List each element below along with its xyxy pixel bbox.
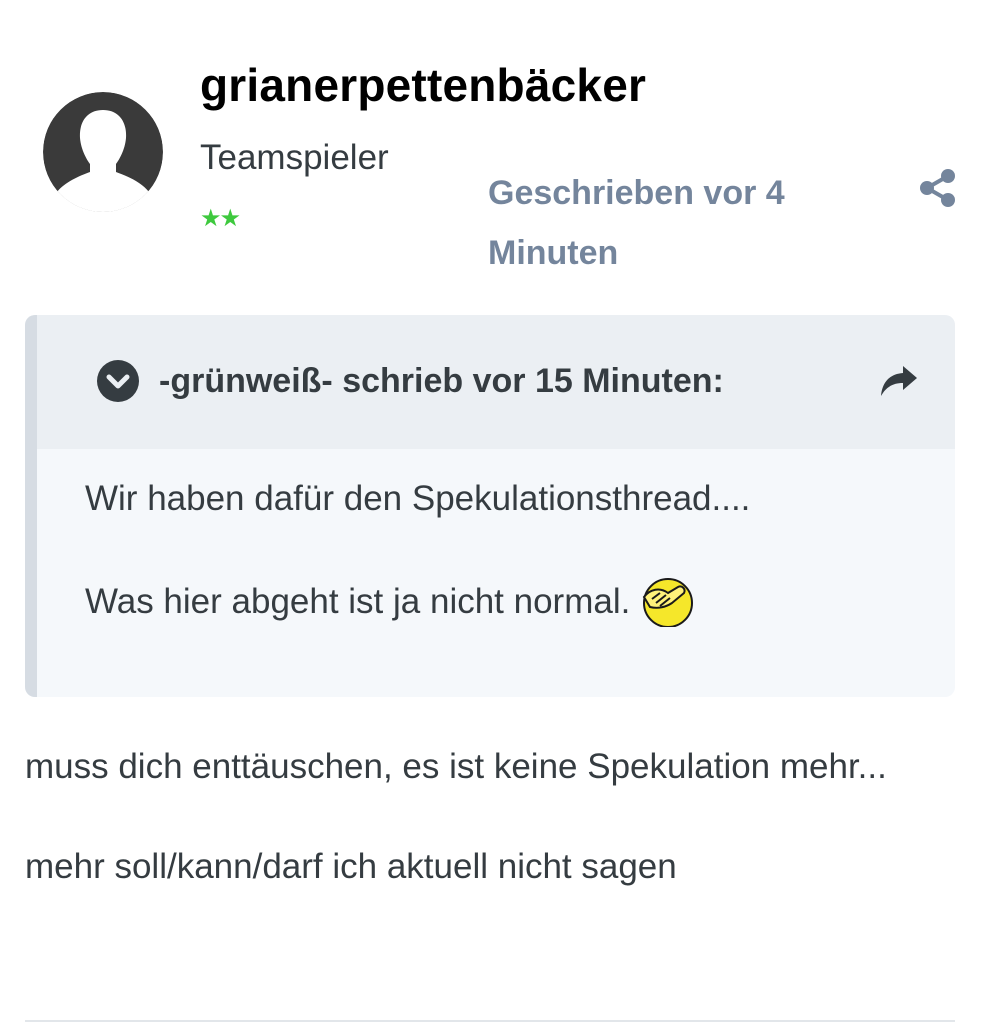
- post-date[interactable]: Geschrieben vor 4 Minuten: [488, 163, 848, 283]
- forum-post: grianerpettenbäcker Teamspieler ★★ Gesch…: [0, 0, 985, 1034]
- quote-line-with-emoji: Was hier abgeht ist ja nicht normal.: [85, 575, 925, 628]
- author-name[interactable]: grianerpettenbäcker: [200, 58, 646, 112]
- avatar[interactable]: [43, 92, 163, 212]
- author-rank: Teamspieler: [200, 138, 389, 177]
- quote-citation: -grünweiß- schrieb vor 15 Minuten:: [159, 362, 724, 400]
- share-arrow-icon[interactable]: [877, 362, 921, 402]
- post-paragraph: mehr soll/kann/darf ich aktuell nicht sa…: [25, 847, 677, 886]
- quote-block: -grünweiß- schrieb vor 15 Minuten: Wir h…: [25, 315, 955, 697]
- post-paragraph: muss dich enttäuschen, es ist keine Spek…: [25, 747, 887, 786]
- quote-body: Wir haben dafür den Spekulationsthread..…: [85, 475, 925, 679]
- share-icon[interactable]: [918, 168, 958, 208]
- divider: [25, 1020, 955, 1022]
- quote-line: Was hier abgeht ist ja nicht normal.: [85, 582, 631, 621]
- post-content: muss dich enttäuschen, es ist keine Spek…: [25, 736, 955, 898]
- user-silhouette-icon: [43, 92, 163, 212]
- facepalm-emoji: [638, 575, 694, 628]
- rank-stars: ★★: [200, 205, 241, 232]
- quote-header: -grünweiß- schrieb vor 15 Minuten:: [37, 315, 955, 449]
- quote-accent-bar: [25, 315, 37, 697]
- quote-line: Wir haben dafür den Spekulationsthread..…: [85, 479, 751, 518]
- chevron-down-circle-icon[interactable]: [97, 360, 139, 402]
